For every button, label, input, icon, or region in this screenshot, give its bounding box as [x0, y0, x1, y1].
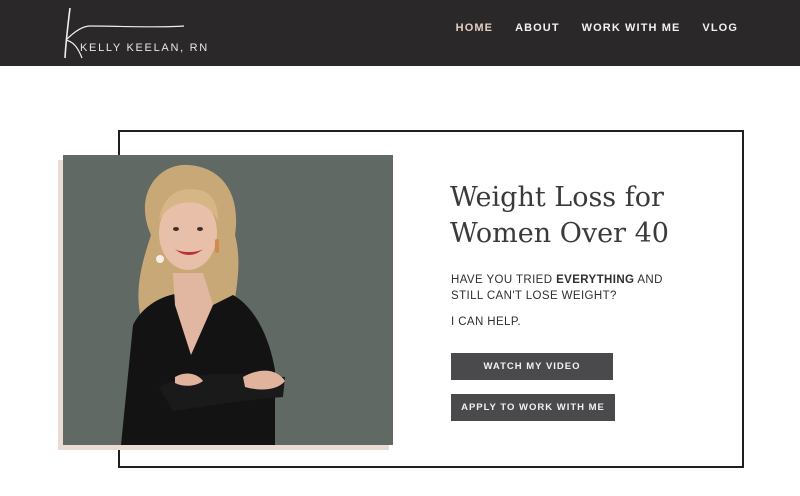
- help-text: I CAN HELP.: [451, 316, 522, 328]
- site-header: KELLY KEELAN, RN HOME ABOUT WORK WITH ME…: [0, 0, 800, 66]
- subtext-emphasis: EVERYTHING: [556, 274, 635, 286]
- headline-line-1: Weight Loss for: [450, 182, 664, 213]
- nav-about[interactable]: ABOUT: [515, 22, 560, 34]
- subtext-part-1: HAVE YOU TRIED: [451, 274, 557, 286]
- nav-vlog[interactable]: VLOG: [702, 22, 738, 34]
- portrait-photo: [63, 155, 393, 445]
- nav-home[interactable]: HOME: [456, 22, 493, 34]
- hero-headline: Weight Loss for Women Over 40: [450, 180, 710, 252]
- nav-work-with-me[interactable]: WORK WITH ME: [582, 22, 681, 34]
- apply-button[interactable]: APPLY TO WORK WITH ME: [451, 394, 615, 421]
- hero-subtext: HAVE YOU TRIED EVERYTHING AND STILL CAN'…: [451, 272, 681, 304]
- main-nav: HOME ABOUT WORK WITH ME VLOG: [456, 22, 738, 34]
- watch-video-button[interactable]: WATCH MY VIDEO: [451, 353, 613, 380]
- logo-text: KELLY KEELAN, RN: [80, 42, 209, 54]
- logo[interactable]: KELLY KEELAN, RN: [60, 4, 230, 62]
- headline-line-2: Women Over 40: [450, 218, 669, 249]
